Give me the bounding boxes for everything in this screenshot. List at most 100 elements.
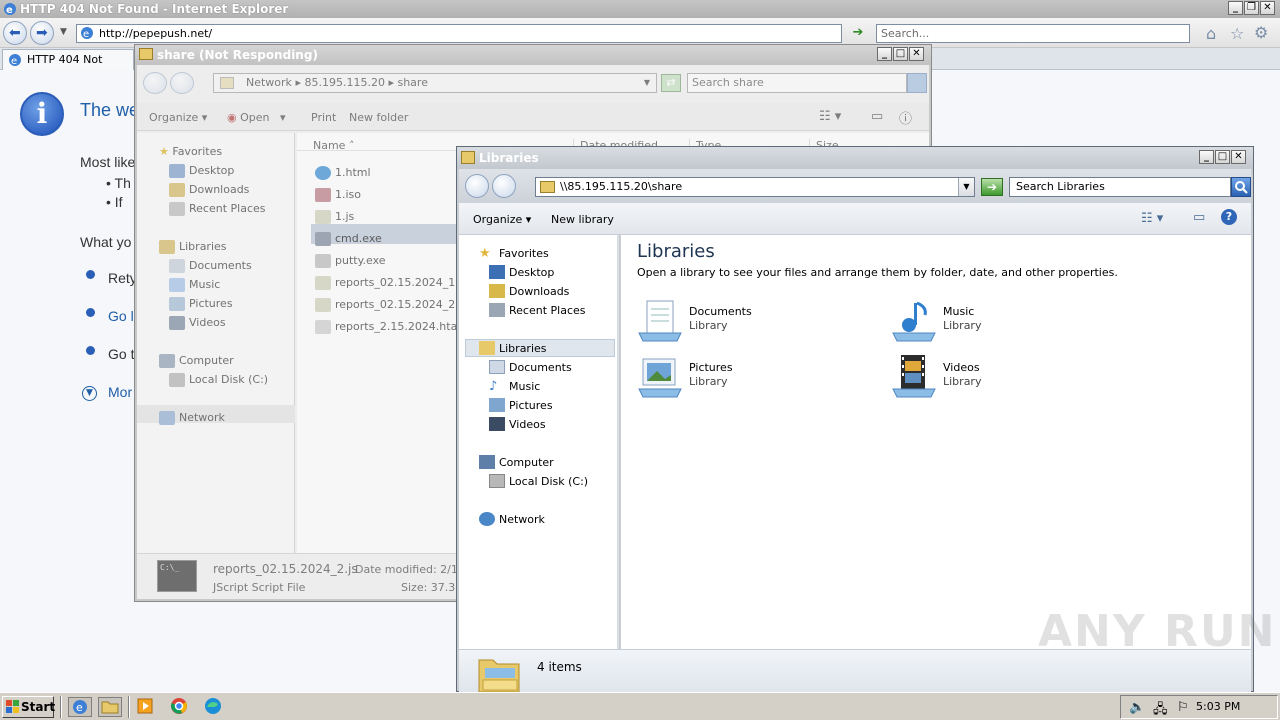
file-row[interactable]: reports_02.15.2024_1.js [315,276,468,290]
file-row[interactable]: putty.exe [315,254,386,268]
new-library-button[interactable]: New library [551,213,614,226]
breadcrumb-host[interactable]: 85.195.115.20 [304,76,384,89]
libraries-address-input[interactable]: \\85.195.115.20\share ▼ [535,177,975,197]
share-back-button[interactable] [143,72,167,94]
share-address-bar[interactable]: Network ▸ 85.195.115.20 ▸ share ▼ [213,73,657,93]
documents-library-icon [637,297,683,343]
libraries-search-input[interactable]: Search Libraries [1009,177,1231,197]
favorites-star-icon[interactable]: ☆ [1230,24,1244,43]
taskbar-clock[interactable]: 5:03 PM [1196,700,1240,713]
address-dropdown-icon[interactable]: ▼ [644,74,650,92]
ie-tab[interactable]: e HTTP 404 Not Found [2,49,134,85]
libraries-back-button[interactable] [465,174,489,198]
ie-go-icon[interactable]: ➔ [848,24,868,41]
preview-pane-icon[interactable]: ▭ [1193,210,1205,225]
ie-forward-button[interactable]: ➡ [30,21,54,45]
lib-nav-computer[interactable]: Computer [479,455,554,469]
share-close-button[interactable]: ✕ [909,47,924,61]
lib-nav-documents[interactable]: Documents [489,360,572,374]
taskbar-media-player-icon[interactable] [134,697,158,717]
ie-search-input[interactable]: Search... [876,24,1190,43]
nav-downloads[interactable]: Downloads [169,183,249,197]
column-name-header[interactable]: Name ˄ [313,139,354,152]
libraries-organize-button[interactable]: Organize ▾ [473,213,531,226]
home-icon[interactable]: ⌂ [1206,24,1216,43]
more-expand-icon[interactable]: ▼ [82,386,97,401]
lib-nav-desktop[interactable]: Desktop [489,265,554,279]
file-row[interactable]: 1.iso [315,188,361,202]
libraries-minimize-button[interactable]: _ [1199,150,1214,164]
share-print-button[interactable]: Print [311,111,336,124]
share-new-folder-button[interactable]: New folder [349,111,408,124]
ie-history-dropdown-icon[interactable]: ▼ [60,27,67,37]
lib-nav-libraries[interactable]: Libraries [479,341,547,355]
share-open-button[interactable]: ◉ Open ▾ [227,111,286,124]
libraries-search-icon[interactable] [1231,177,1251,197]
lib-nav-music[interactable]: ♪ Music [489,379,540,394]
breadcrumb-share[interactable]: share [397,76,428,89]
go-back-link[interactable]: Go l [108,308,134,324]
share-minimize-button[interactable]: _ [877,47,892,61]
nav-desktop[interactable]: Desktop [169,164,234,178]
libraries-navigation-pane: ★ Favorites Desktop Downloads Recent Plac… [459,235,619,649]
file-row[interactable]: 1.js [315,210,354,224]
libraries-go-button[interactable]: ➔ [981,178,1003,196]
file-row[interactable]: reports_02.15.2024_2.js [315,298,468,312]
file-row[interactable]: cmd.exe [315,232,382,246]
nav-recent-places[interactable]: Recent Places [169,202,266,216]
share-maximize-button[interactable]: □ [893,47,908,61]
share-search-input[interactable]: Search share [687,73,907,93]
view-options-icon[interactable]: ☷ ▾ [1141,211,1163,226]
share-search-icon[interactable] [907,73,927,93]
lib-nav-network[interactable]: Network [479,512,545,526]
library-videos[interactable]: Videos Library [891,353,1121,399]
file-row[interactable]: 1.html [315,166,371,180]
lib-nav-videos[interactable]: Videos [489,417,546,431]
file-row[interactable]: reports_2.15.2024.hta [315,320,457,334]
ie-minimize-button[interactable]: _ [1228,1,1243,15]
nav-pictures[interactable]: Pictures [169,297,233,311]
ie-restore-button[interactable]: ❐ [1244,1,1259,15]
action-center-flag-icon[interactable]: ⚐ [1177,700,1189,715]
refresh-icon[interactable]: ⇄ [661,74,681,92]
more-info-link[interactable]: Mor [108,384,132,400]
library-pictures[interactable]: Pictures Library [637,353,867,399]
lib-nav-local-disk[interactable]: Local Disk (C:) [489,474,588,488]
nav-documents[interactable]: Documents [169,259,252,273]
libraries-address-dropdown[interactable]: ▼ [958,178,974,196]
help-icon[interactable]: ? [1221,209,1237,225]
taskbar-ie-icon[interactable]: e [68,697,92,717]
lib-nav-pictures[interactable]: Pictures [489,398,553,412]
taskbar-chrome-icon[interactable] [168,697,192,717]
share-organize-button[interactable]: Organize ▾ [149,111,207,124]
network-tray-icon[interactable]: 🖧 [1153,700,1168,720]
taskbar-explorer-icon[interactable] [98,697,122,717]
library-music[interactable]: Music Library [891,297,1121,343]
nav-local-disk[interactable]: Local Disk (C:) [169,373,268,387]
breadcrumb-network[interactable]: Network [246,76,292,89]
nav-videos[interactable]: Videos [169,316,226,330]
preview-pane-icon[interactable]: ▭ [871,109,883,124]
nav-favorites[interactable]: ★ Favorites [159,145,222,158]
nav-libraries[interactable]: Libraries [159,240,227,254]
help-icon[interactable]: ⓘ [899,108,912,127]
ie-back-button[interactable]: ⬅ [3,21,27,45]
libraries-forward-button[interactable] [492,174,516,198]
gear-icon[interactable]: ⚙ [1254,23,1268,42]
view-options-icon[interactable]: ☷ ▾ [819,109,841,124]
nav-network[interactable]: Network [159,411,225,425]
lib-nav-favorites[interactable]: ★ Favorites [479,246,549,261]
nav-computer[interactable]: Computer [159,354,234,368]
ie-address-input[interactable]: e http://pepepush.net/ [76,24,842,43]
libraries-maximize-button[interactable]: □ [1215,150,1230,164]
ie-close-button[interactable]: ✕ [1260,1,1275,15]
libraries-close-button[interactable]: ✕ [1231,150,1246,164]
lib-nav-recent-places[interactable]: Recent Places [489,303,586,317]
nav-music[interactable]: Music [169,278,220,292]
lib-nav-downloads[interactable]: Downloads [489,284,569,298]
speaker-icon[interactable]: 🔈 [1129,700,1145,715]
start-button[interactable]: Start [2,696,55,718]
taskbar-edge-icon[interactable] [202,697,226,717]
share-forward-button[interactable] [170,72,194,94]
library-documents[interactable]: Documents Library [637,297,867,343]
